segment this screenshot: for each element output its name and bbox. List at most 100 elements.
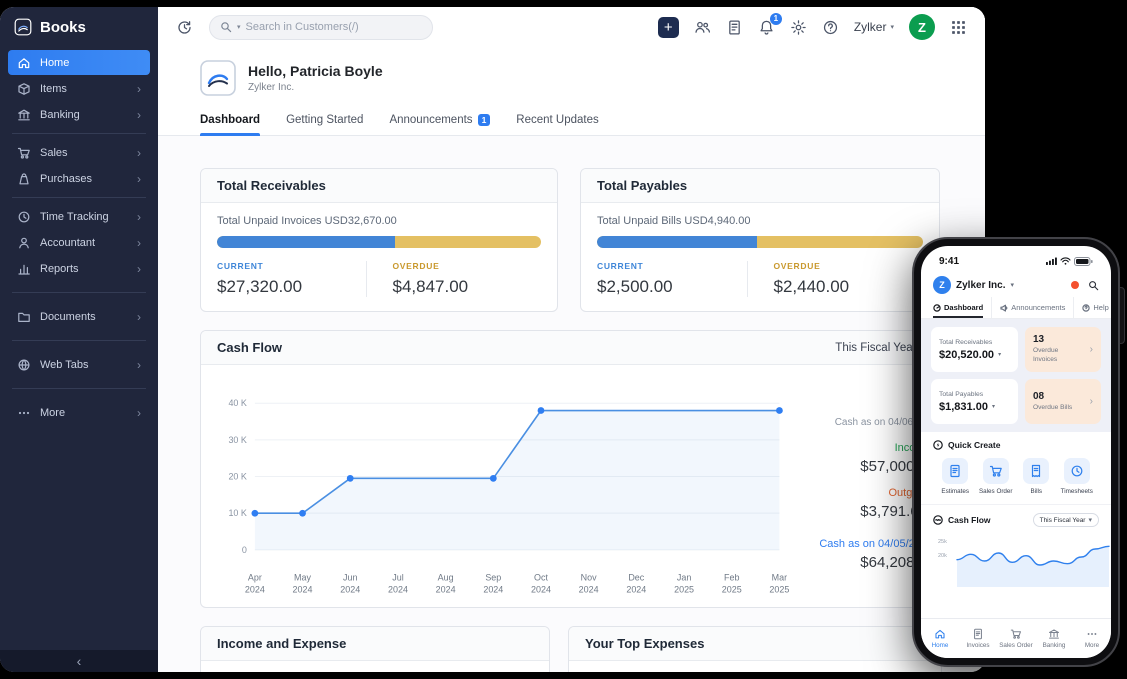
cart-icon xyxy=(1010,628,1022,640)
phone-receivables-card[interactable]: Total Receivables $20,520.00 ▾ xyxy=(931,327,1018,372)
sidebar-item-items[interactable]: Items › xyxy=(8,76,150,101)
outgoing-label: Outgoin xyxy=(888,487,927,499)
global-search[interactable]: ▾ xyxy=(209,14,433,40)
sidebar-item-label: Home xyxy=(40,56,70,69)
phone-nav-home[interactable]: Home xyxy=(921,628,959,649)
card-title: Total Payables xyxy=(581,169,939,203)
quick-create-estimates[interactable]: Estimates xyxy=(935,458,976,495)
tab-getting-started[interactable]: Getting Started xyxy=(286,108,363,135)
sidebar-divider xyxy=(12,388,146,389)
sidebar-item-label: Documents xyxy=(40,310,96,323)
billing-document-icon[interactable] xyxy=(726,19,743,36)
phone-search-icon[interactable] xyxy=(1088,280,1099,291)
home-icon xyxy=(17,56,31,70)
phone-status-bar: 9:41 xyxy=(921,246,1111,270)
quick-create-label: Estimates xyxy=(941,488,970,495)
tab-dashboard[interactable]: Dashboard xyxy=(200,108,261,136)
company-name: Zylker Inc. xyxy=(248,82,295,93)
svg-text:2025: 2025 xyxy=(674,585,694,595)
phone-tab-help[interactable]: Help xyxy=(1073,297,1111,318)
phone-nav-invoices[interactable]: Invoices xyxy=(959,628,997,649)
org-switcher[interactable]: Zylker ▾ xyxy=(854,20,894,34)
timesheet-clock-icon xyxy=(1070,464,1084,478)
overdue-label: OVERDUE xyxy=(773,261,821,271)
sidebar-item-documents[interactable]: Documents › xyxy=(8,304,150,329)
tab-label: Getting Started xyxy=(286,114,364,126)
estimate-document-icon xyxy=(948,464,962,478)
incoming-value: $57,000.0 xyxy=(860,458,927,475)
quick-create-button[interactable]: + xyxy=(657,16,679,38)
announcements-badge: 1 xyxy=(477,114,491,126)
sidebar-nav: Home Items › Banking › Sales › Purchases xyxy=(0,45,158,650)
search-input[interactable] xyxy=(245,21,422,33)
phone-overdue-bills-card[interactable]: 08 Overdue Bills › xyxy=(1025,379,1101,424)
receivables-overdue: OVERDUE $4,847.00 xyxy=(393,261,542,297)
sidebar-item-reports[interactable]: Reports › xyxy=(8,256,150,281)
cash-opening-label: Cash as on 04/06/20 xyxy=(834,417,927,428)
sidebar-item-more[interactable]: More › xyxy=(8,400,150,425)
quick-create-sales-order[interactable]: Sales Order xyxy=(976,458,1017,495)
sidebar-item-home[interactable]: Home xyxy=(8,50,150,75)
phone-nav-more[interactable]: More xyxy=(1073,628,1111,649)
unpaid-bills-summary: Total Unpaid Bills USD4,940.00 xyxy=(597,215,751,227)
topbar: ▾ + 1 xyxy=(158,7,985,47)
sidebar-item-banking[interactable]: Banking › xyxy=(8,102,150,127)
search-scope-caret-icon[interactable]: ▾ xyxy=(237,23,241,31)
svg-text:2025: 2025 xyxy=(722,585,742,595)
sidebar-collapse-button[interactable]: ‹ xyxy=(0,650,158,672)
sidebar-item-accountant[interactable]: Accountant › xyxy=(8,230,150,255)
tab-recent-updates[interactable]: Recent Updates xyxy=(516,108,598,135)
quick-create-label: Bills xyxy=(1030,488,1043,495)
quick-create-timesheets[interactable]: Timesheets xyxy=(1057,458,1098,495)
bar-chart-icon xyxy=(17,262,31,276)
users-icon[interactable] xyxy=(694,19,711,36)
tab-label: Dashboard xyxy=(944,303,984,312)
sidebar-item-time-tracking[interactable]: Time Tracking › xyxy=(8,204,150,229)
sidebar-item-sales[interactable]: Sales › xyxy=(8,140,150,165)
outgoing-value: $3,791.60 xyxy=(860,503,927,520)
phone-payables-card[interactable]: Total Payables $1,831.00 ▾ xyxy=(931,379,1018,424)
tab-label: Help xyxy=(1093,303,1109,312)
card-title: Income and Expense xyxy=(201,627,549,661)
dashboard-content: Total Receivables Total Unpaid Invoices … xyxy=(158,136,985,672)
bank-icon xyxy=(17,108,31,122)
phone-tab-announcements[interactable]: Announcements xyxy=(991,297,1073,318)
card-title: Cash Flow xyxy=(217,340,283,355)
svg-text:2024: 2024 xyxy=(626,585,646,595)
phone-fiscal-year-filter[interactable]: This Fiscal Year ▾ xyxy=(1032,513,1099,527)
phone-nav-banking[interactable]: Banking xyxy=(1035,628,1073,649)
phone-tab-dashboard[interactable]: Dashboard xyxy=(933,297,991,318)
section-title: Cash Flow xyxy=(948,515,991,525)
sidebar-item-web-tabs[interactable]: Web Tabs › xyxy=(8,352,150,377)
income-expense-card: Income and Expense xyxy=(200,626,550,672)
org-name: Zylker xyxy=(853,20,887,34)
phone-overdue-invoices-card[interactable]: 13 Overdue Invoices › xyxy=(1025,327,1101,372)
total-payables-card: Total Payables Total Unpaid Bills USD4,9… xyxy=(580,168,940,312)
user-avatar[interactable]: Z xyxy=(909,14,935,40)
notifications-bell-icon[interactable]: 1 xyxy=(758,12,782,36)
tab-announcements[interactable]: Announcements 1 xyxy=(389,108,491,135)
sidebar-item-label: Purchases xyxy=(40,172,92,185)
current-value: $2,500.00 xyxy=(597,277,673,296)
chevron-right-icon: › xyxy=(137,235,141,250)
chevron-down-icon: ▾ xyxy=(1088,517,1092,524)
help-icon[interactable] xyxy=(822,19,839,36)
payables-value: $1,831.00 xyxy=(939,400,988,413)
sidebar-item-purchases[interactable]: Purchases › xyxy=(8,166,150,191)
status-time: 9:41 xyxy=(939,255,960,267)
quick-create-label: Timesheets xyxy=(1060,488,1093,495)
apps-grid-icon[interactable] xyxy=(950,19,967,36)
topbar-actions: + 1 Zylker ▾ Z xyxy=(657,12,967,40)
phone-org-avatar[interactable]: Z xyxy=(933,276,951,294)
cash-flow-chart: 0 10 K 20 K 30 K 40 K Apr 2024 May 2024 Jun 2024 Ju… xyxy=(228,398,789,595)
phone-org-name[interactable]: Zylker Inc. xyxy=(956,280,1005,291)
phone-cash-flow-section: Cash Flow This Fiscal Year ▾ 25k 20k xyxy=(921,505,1111,598)
phone-nav-sales-order[interactable]: Sales Order xyxy=(997,628,1035,649)
recent-history-button[interactable] xyxy=(176,19,193,36)
quick-create-bills[interactable]: Bills xyxy=(1016,458,1057,495)
svg-text:Jun: Jun xyxy=(343,573,357,583)
sidebar-divider xyxy=(12,340,146,341)
chevron-right-icon: › xyxy=(137,81,141,96)
settings-gear-icon[interactable] xyxy=(790,19,807,36)
phone-quick-create-section: Quick Create Estimates Sales Order Bills xyxy=(921,432,1111,505)
